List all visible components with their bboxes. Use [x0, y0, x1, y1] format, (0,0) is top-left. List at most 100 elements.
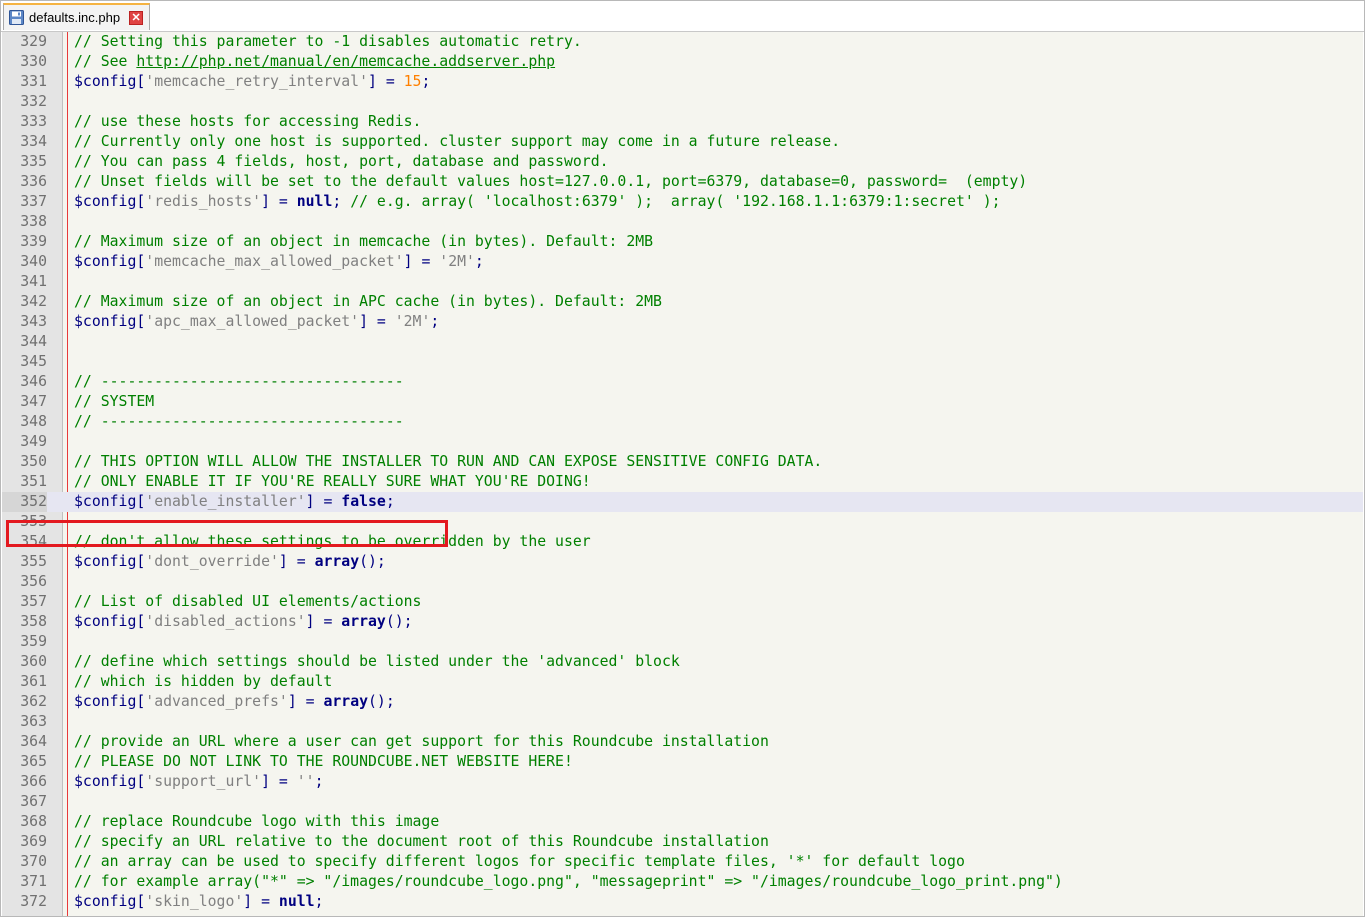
code-token: null [278, 893, 315, 910]
code-line[interactable]: 356 [2, 572, 1363, 592]
line-number: 335 [20, 153, 47, 170]
line-number: 357 [20, 593, 47, 610]
code-line[interactable]: 340 $config['memcache_max_allowed_packet'… [2, 252, 1363, 272]
code-token: ] = [359, 313, 395, 330]
line-number: 359 [20, 633, 47, 650]
code-token: '2M' [394, 313, 431, 330]
code-lines: 329 // Setting this parameter to -1 disab… [2, 32, 1363, 912]
code-token: ; [385, 493, 395, 510]
line-number: 355 [20, 553, 47, 570]
line-number: 348 [20, 413, 47, 430]
code-line[interactable]: 335 // You can pass 4 fields, host, port,… [2, 152, 1363, 172]
code-line[interactable]: 343 $config['apc_max_allowed_packet'] = '… [2, 312, 1363, 332]
code-line[interactable]: 346 // ---------------------------------- [2, 372, 1363, 392]
code-token: $config [74, 193, 137, 210]
code-token: 'apc_max_allowed_packet' [145, 313, 360, 330]
line-number: 370 [20, 853, 47, 870]
line-number: 337 [20, 193, 47, 210]
code-token: // ONLY ENABLE IT IF YOU'RE REALLY SURE … [74, 473, 591, 490]
code-token: $config [74, 773, 137, 790]
code-line[interactable]: 334 // Currently only one host is support… [2, 132, 1363, 152]
code-line[interactable]: 360 // define which settings should be li… [2, 652, 1363, 672]
code-token: array [323, 693, 369, 710]
code-token: $config [74, 253, 137, 270]
tab-defaults-inc-php[interactable]: defaults.inc.php ✕ [3, 3, 151, 30]
code-line[interactable]: 347 // SYSTEM [2, 392, 1363, 412]
code-token: (); [368, 693, 395, 710]
code-line[interactable]: 359 [2, 632, 1363, 652]
code-line[interactable]: 357 // List of disabled UI elements/actio… [2, 592, 1363, 612]
code-line[interactable]: 361 // which is hidden by default [2, 672, 1363, 692]
code-line[interactable]: 355 $config['dont_override'] = array(); [2, 552, 1363, 572]
line-code: // Unset fields will be set to the defau… [74, 172, 1027, 192]
code-line[interactable]: 372 $config['skin_logo'] = null; [2, 892, 1363, 912]
code-line[interactable]: 345 [2, 352, 1363, 372]
close-icon[interactable]: ✕ [129, 10, 144, 25]
line-code: // ---------------------------------- [74, 412, 404, 432]
line-number: 360 [20, 653, 47, 670]
line-number: 336 [20, 173, 47, 190]
code-line[interactable]: 369 // specify an URL relative to the doc… [2, 832, 1363, 852]
tab-filename: defaults.inc.php [29, 10, 121, 25]
code-line[interactable]: 330 // See http://php.net/manual/en/memca… [2, 52, 1363, 72]
code-token: // for example array("*" => "/images/rou… [74, 873, 1063, 890]
code-token: [ [136, 553, 146, 570]
code-line[interactable]: 352 $config['enable_installer'] = false; [2, 492, 1363, 512]
code-line[interactable]: 366 $config['support_url'] = ''; [2, 772, 1363, 792]
line-number: 334 [20, 133, 47, 150]
code-line[interactable]: 371 // for example array("*" => "/images/… [2, 872, 1363, 892]
code-line[interactable]: 349 [2, 432, 1363, 452]
code-token: 'memcache_max_allowed_packet' [145, 253, 404, 270]
code-line[interactable]: 362 $config['advanced_prefs'] = array(); [2, 692, 1363, 712]
code-token: // You can pass 4 fields, host, port, da… [74, 153, 609, 170]
line-code: $config['disabled_actions'] = array(); [74, 612, 413, 632]
code-line[interactable]: 336 // Unset fields will be set to the de… [2, 172, 1363, 192]
code-line[interactable]: 370 // an array can be used to specify di… [2, 852, 1363, 872]
code-line[interactable]: 351 // ONLY ENABLE IT IF YOU'RE REALLY SU… [2, 472, 1363, 492]
code-token: array [314, 553, 360, 570]
code-line[interactable]: 344 [2, 332, 1363, 352]
code-line[interactable]: 364 // provide an URL where a user can ge… [2, 732, 1363, 752]
code-line[interactable]: 358 $config['disabled_actions'] = array()… [2, 612, 1363, 632]
code-token: ; [332, 193, 351, 210]
code-token: ] = [261, 193, 297, 210]
line-code: // for example array("*" => "/images/rou… [74, 872, 1063, 892]
code-line[interactable]: 348 // ---------------------------------- [2, 412, 1363, 432]
code-line[interactable]: 354 // don't allow these settings to be o… [2, 532, 1363, 552]
code-line[interactable]: 338 [2, 212, 1363, 232]
code-token: // an array can be used to specify diffe… [74, 853, 965, 870]
line-code: // See http://php.net/manual/en/memcache… [74, 52, 555, 72]
code-line[interactable]: 365 // PLEASE DO NOT LINK TO THE ROUNDCUB… [2, 752, 1363, 772]
code-line[interactable]: 331 $config['memcache_retry_interval'] = … [2, 72, 1363, 92]
code-line[interactable]: 329 // Setting this parameter to -1 disab… [2, 32, 1363, 52]
line-number: 354 [20, 533, 47, 550]
code-line[interactable]: 368 // replace Roundcube logo with this i… [2, 812, 1363, 832]
line-code: // ONLY ENABLE IT IF YOU'RE REALLY SURE … [74, 472, 591, 492]
line-number: 341 [20, 273, 47, 290]
line-number: 349 [20, 433, 47, 450]
code-line[interactable]: 333 // use these hosts for accessing Redi… [2, 112, 1363, 132]
code-token: // PLEASE DO NOT LINK TO THE ROUNDCUBE.N… [74, 753, 573, 770]
code-line[interactable]: 341 [2, 272, 1363, 292]
code-token: // See [74, 53, 137, 70]
code-line[interactable]: 339 // Maximum size of an object in memca… [2, 232, 1363, 252]
code-line[interactable]: 367 [2, 792, 1363, 812]
line-code: // SYSTEM [74, 392, 154, 412]
code-line[interactable]: 353 [2, 512, 1363, 532]
code-token: // use these hosts for accessing Redis. [74, 113, 422, 130]
code-line[interactable]: 332 [2, 92, 1363, 112]
line-code: // You can pass 4 fields, host, port, da… [74, 152, 609, 172]
code-token: ; [430, 313, 440, 330]
line-number: 338 [20, 213, 47, 230]
code-line[interactable]: 363 [2, 712, 1363, 732]
code-token: // List of disabled UI elements/actions [74, 593, 422, 610]
line-code: // don't allow these settings to be over… [74, 532, 591, 552]
line-number: 352 [2, 492, 47, 512]
code-line[interactable]: 350 // THIS OPTION WILL ALLOW THE INSTALL… [2, 452, 1363, 472]
code-line[interactable]: 337 $config['redis_hosts'] = null; // e.g… [2, 192, 1363, 212]
line-number: 350 [20, 453, 47, 470]
code-token: // specify an URL relative to the docume… [74, 833, 769, 850]
code-line[interactable]: 342 // Maximum size of an object in APC c… [2, 292, 1363, 312]
code-editor[interactable]: 329 // Setting this parameter to -1 disab… [2, 32, 1363, 916]
line-code: $config['apc_max_allowed_packet'] = '2M'… [74, 312, 439, 332]
